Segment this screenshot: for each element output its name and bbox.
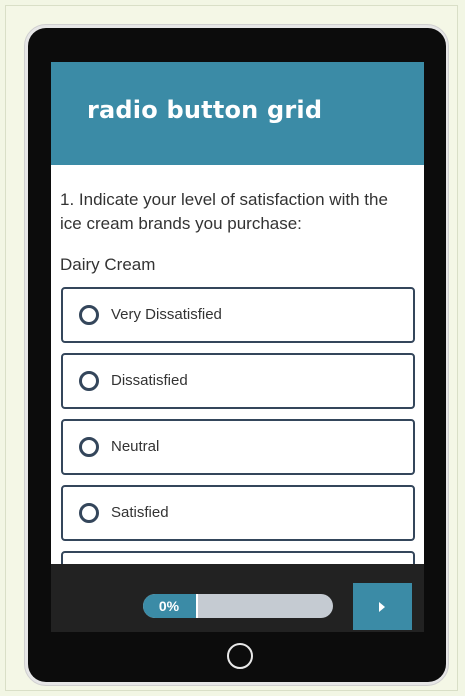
option-very-dissatisfied[interactable]: Very Dissatisfied (61, 287, 415, 343)
option-label: Dissatisfied (111, 372, 188, 389)
option-dissatisfied[interactable]: Dissatisfied (61, 353, 415, 409)
radio-icon[interactable] (79, 305, 99, 325)
option-label: Very Dissatisfied (111, 306, 222, 323)
row-label: Dairy Cream (60, 255, 156, 274)
survey-footer: 0% (51, 564, 424, 632)
home-button[interactable] (227, 643, 253, 669)
question-text: 1. Indicate your level of satisfaction w… (60, 190, 388, 233)
progress-bar: 0% (143, 594, 333, 618)
survey-header: radio button grid (51, 62, 424, 165)
survey-screen: radio button grid 1. Indicate your level… (51, 62, 424, 632)
radio-icon[interactable] (79, 371, 99, 391)
option-neutral[interactable]: Neutral (61, 419, 415, 475)
radio-icon[interactable] (79, 437, 99, 457)
option-satisfied[interactable]: Satisfied (61, 485, 415, 541)
survey-title: radio button grid (87, 96, 323, 124)
progress-percent: 0% (158, 598, 180, 614)
option-label: Satisfied (111, 504, 169, 521)
radio-icon[interactable] (79, 503, 99, 523)
option-label: Neutral (111, 438, 160, 455)
next-button[interactable] (353, 583, 412, 630)
progress-divider (196, 594, 198, 618)
play-arrow-icon (379, 602, 385, 612)
